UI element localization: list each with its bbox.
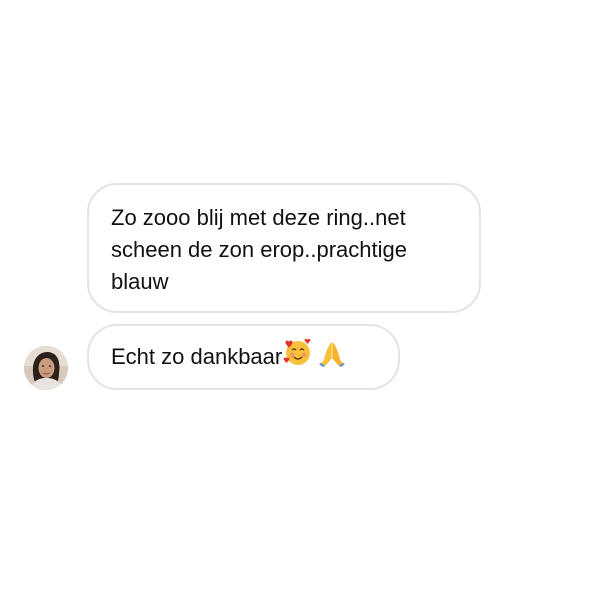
message-text: Zo zooo blij met deze ring..net scheen d… (111, 205, 407, 294)
chat-thread: Zo zooo blij met deze ring..net scheen d… (0, 0, 600, 600)
message-text: Echt zo dankbaar (111, 344, 283, 369)
smiling-face-with-hearts-icon (283, 338, 313, 377)
avatar[interactable] (24, 346, 68, 390)
message-bubble[interactable]: Zo zooo blij met deze ring..net scheen d… (87, 183, 481, 313)
avatar-photo-icon (24, 346, 68, 390)
folded-hands-icon (317, 338, 347, 377)
message-bubble[interactable]: Echt zo dankbaar (87, 324, 400, 390)
